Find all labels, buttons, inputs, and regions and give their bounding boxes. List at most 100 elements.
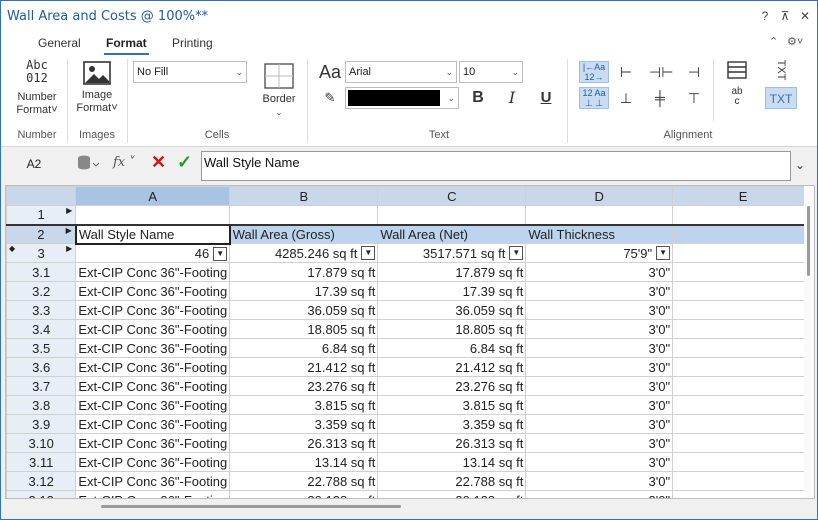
function-button[interactable]: fx ˅ (113, 155, 136, 170)
grid-cell[interactable]: 3'0" (525, 490, 674, 498)
grid-cell[interactable]: Wall Area (Gross) (229, 224, 379, 244)
grid-cell[interactable]: 3'0" (525, 395, 674, 415)
grid-cell[interactable] (672, 205, 814, 226)
grid-cell[interactable]: 17.879 sq ft (229, 262, 379, 282)
row-header[interactable]: 3.11 (6, 452, 77, 472)
summary-dropdown-button[interactable]: ▼ (656, 246, 671, 260)
grid-cell[interactable]: 17.39 sq ft (377, 281, 527, 301)
accept-edit-button[interactable]: ✓ (177, 152, 192, 173)
grid-cell[interactable]: Ext-CIP Conc 36"-Footing (75, 300, 231, 320)
grid-cell[interactable]: 22.788 sq ft (229, 471, 379, 491)
tab-general[interactable]: General (38, 36, 81, 50)
row-header[interactable]: 3.12 (6, 471, 77, 491)
grid-cell[interactable]: 23.276 sq ft (377, 376, 527, 396)
grid-cell[interactable] (672, 376, 814, 396)
grid-cell[interactable]: 23.276 sq ft (229, 376, 379, 396)
grid-cell[interactable]: 3.359 sq ft (377, 414, 527, 434)
row-expand-icon[interactable]: ▶ (66, 226, 72, 235)
grid-cell[interactable]: 3'0" (525, 471, 674, 491)
grid-cell[interactable] (377, 205, 527, 226)
grid-cell[interactable]: Ext-CIP Conc 36"-Footing (75, 357, 231, 377)
row-header[interactable]: 3 ▶ ◆ (6, 243, 77, 263)
grid-cell[interactable]: Ext-CIP Conc 36"-Footing (75, 433, 231, 453)
expand-formula-icon[interactable]: ⌄ (795, 158, 805, 172)
grid-cell[interactable] (672, 414, 814, 434)
fill-color-dropdown[interactable]: No Fill ⌄ (133, 61, 247, 83)
row-header[interactable]: 2 ▶ (6, 224, 77, 244)
grid-cell[interactable]: 3'0" (525, 338, 674, 358)
grid-cell[interactable]: Ext-CIP Conc 36"-Footing (75, 262, 231, 282)
bold-button[interactable]: B (467, 87, 489, 109)
row-header[interactable]: 3.6 (6, 357, 77, 377)
align-bottom-icon[interactable]: ⊥ (615, 87, 637, 109)
grid-cell[interactable]: 3'0" (525, 319, 674, 339)
horizontal-text-button[interactable]: TXT (765, 87, 797, 109)
align-left-icon[interactable]: ⊢ (615, 61, 637, 83)
grid-cell[interactable]: 3'0" (525, 300, 674, 320)
corner-cell[interactable] (6, 186, 77, 206)
scroll-thumb[interactable] (807, 206, 810, 276)
tab-format[interactable]: Format (104, 36, 149, 55)
grid-cell[interactable]: Wall Area (Net) (377, 224, 527, 244)
row-header[interactable]: 3.10 (6, 433, 77, 453)
grid-cell[interactable]: Ext-CIP Conc 36"-Footing (75, 395, 231, 415)
align-top-icon[interactable]: ⊤ (683, 87, 705, 109)
row-header[interactable]: 3.2 (6, 281, 77, 301)
grid-cell[interactable]: 26.313 sq ft (377, 433, 527, 453)
grid-cell[interactable]: 30.128 sq ft (229, 490, 379, 498)
grid-cell[interactable]: Ext-CIP Conc 36"-Footing (75, 338, 231, 358)
row-header[interactable]: 1 ▶ (6, 205, 77, 226)
grid-cell[interactable] (672, 281, 814, 301)
row-header[interactable]: 3.4 (6, 319, 77, 339)
grid-cell[interactable]: 3'0" (525, 357, 674, 377)
vertical-scrollbar[interactable] (804, 186, 814, 498)
grid-cell[interactable] (672, 395, 814, 415)
grid-cell[interactable] (672, 224, 814, 244)
grid-cell[interactable]: 6.84 sq ft (377, 338, 527, 358)
row-header[interactable]: 3.9 (6, 414, 77, 434)
row-header[interactable]: 3.5 (6, 338, 77, 358)
grid-cell[interactable] (672, 490, 814, 498)
grid-cell[interactable]: 21.412 sq ft (229, 357, 379, 377)
row-header[interactable]: 3.13 (6, 490, 77, 498)
summary-dropdown-button[interactable]: ▼ (509, 246, 524, 260)
text-highlight-icon[interactable]: ✎ (317, 87, 343, 109)
cell-reference[interactable]: A2 (9, 157, 59, 171)
grid-cell[interactable]: 36.059 sq ft (377, 300, 527, 320)
wrap-text-icon[interactable]: ab c (725, 87, 749, 109)
grid-cell[interactable]: 3.815 sq ft (377, 395, 527, 415)
font-family-dropdown[interactable]: Arial ⌄ (345, 61, 457, 83)
align-auto-vertical-button[interactable]: 12 Aa ⊥ ⊥ (579, 87, 609, 109)
grid-cell[interactable]: 46 ▼ (75, 243, 231, 263)
grid-cell[interactable] (672, 338, 814, 358)
border-button[interactable]: Border ⌄ (257, 63, 301, 119)
row-expand-icon[interactable]: ▶ (66, 245, 72, 254)
column-header-b[interactable]: B (229, 186, 379, 206)
summary-dropdown-button[interactable]: ▼ (213, 246, 228, 261)
grid-cell[interactable] (672, 300, 814, 320)
italic-button[interactable]: I (501, 87, 523, 109)
grid-cell[interactable] (672, 471, 814, 491)
grid-cell[interactable]: 3'0" (525, 433, 674, 453)
grid-cell[interactable]: Ext-CIP Conc 36"-Footing (75, 452, 231, 472)
row-header[interactable]: 3.7 (6, 376, 77, 396)
summary-dropdown-button[interactable]: ▼ (361, 246, 376, 260)
row-header[interactable]: 3.3 (6, 300, 77, 320)
scroll-thumb[interactable] (101, 505, 401, 508)
grid-cell[interactable]: 13.14 sq ft (377, 452, 527, 472)
grid-cell[interactable]: 18.805 sq ft (229, 319, 379, 339)
grid-cell[interactable]: Ext-CIP Conc 36"-Footing (75, 414, 231, 434)
row-header[interactable]: 3.1 (6, 262, 77, 282)
tab-printing[interactable]: Printing (172, 36, 213, 50)
grid-cell[interactable]: 26.313 sq ft (229, 433, 379, 453)
grid-cell[interactable]: Ext-CIP Conc 36"-Footing (75, 281, 231, 301)
grid-cell[interactable]: Ext-CIP Conc 36"-Footing (75, 490, 231, 498)
grid-cell[interactable]: 3'0" (525, 281, 674, 301)
column-header-a[interactable]: A (75, 186, 231, 206)
grid-cell[interactable]: 18.805 sq ft (377, 319, 527, 339)
close-button[interactable]: ✕ (797, 8, 813, 24)
underline-button[interactable]: U (535, 87, 557, 109)
database-icon[interactable] (77, 155, 100, 174)
merge-cells-icon[interactable] (725, 61, 749, 83)
grid-cell[interactable]: 3'0" (525, 376, 674, 396)
